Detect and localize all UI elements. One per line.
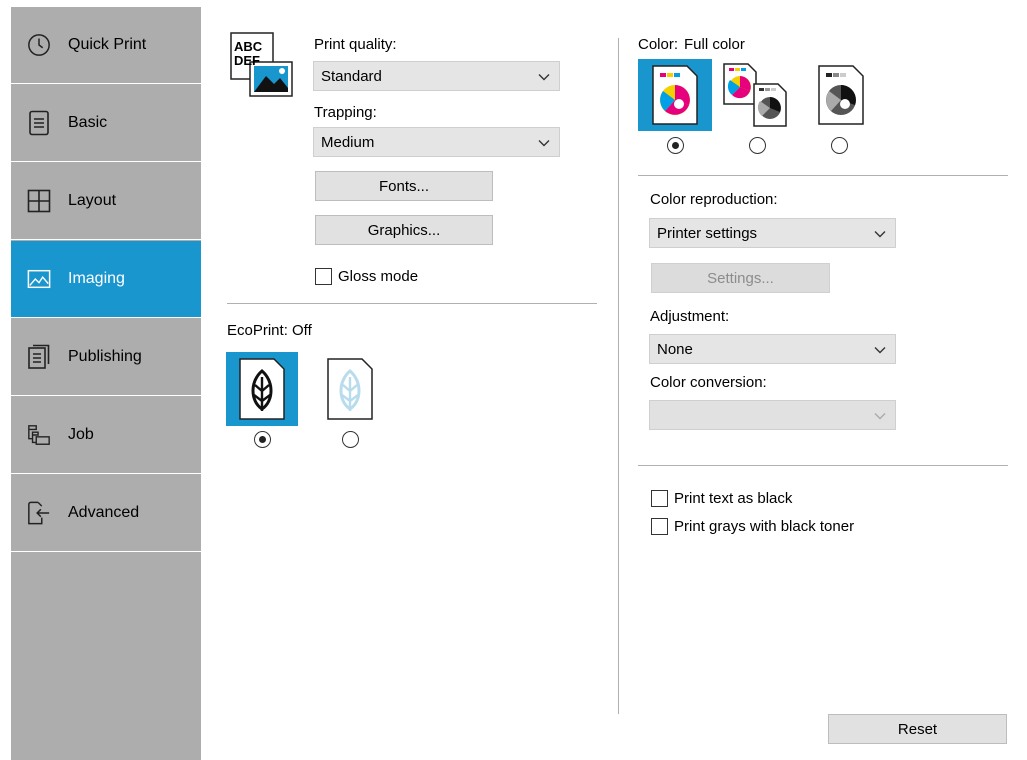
sidebar-item-label: Quick Print	[68, 36, 147, 53]
sidebar-item-publishing[interactable]: Publishing	[11, 319, 201, 396]
print-quality-label: Print quality:	[314, 36, 397, 53]
chevron-down-icon	[874, 347, 886, 354]
color-conversion-label: Color conversion:	[650, 374, 767, 391]
ecoprint-off-radio[interactable]	[254, 431, 271, 448]
sidebar-item-label: Layout	[68, 192, 117, 209]
vertical-divider	[618, 38, 619, 714]
full-color-option[interactable]	[638, 59, 712, 131]
gloss-mode-label: Gloss mode	[338, 268, 419, 285]
ecoprint-on-radio[interactable]	[342, 431, 359, 448]
icon-text-abc: ABC	[234, 39, 263, 54]
reset-button[interactable]: Reset	[828, 714, 1007, 744]
sidebar-item-label: Advanced	[68, 504, 140, 521]
ecoprint-off-option[interactable]	[226, 352, 298, 426]
chevron-down-icon	[874, 413, 886, 420]
color-reproduction-value: Printer settings	[657, 224, 758, 242]
color-conversion-select[interactable]	[649, 400, 896, 430]
graphics-button[interactable]: Graphics...	[315, 215, 493, 245]
publishing-icon	[27, 344, 51, 369]
ecoprint-value: Off	[292, 322, 312, 339]
full-color-radio[interactable]	[667, 137, 684, 154]
sidebar-item-basic[interactable]: Basic	[11, 85, 201, 162]
ecoprint-label: EcoPrint:	[227, 322, 288, 339]
sidebar-item-label: Imaging	[68, 270, 125, 287]
gloss-mode-checkbox[interactable]	[315, 268, 332, 285]
chevron-down-icon	[874, 231, 886, 238]
sidebar: Quick Print Basic Layout Imaging Publish…	[11, 7, 201, 760]
print-quality-icon: ABC DEF	[230, 32, 294, 98]
color-reproduction-select[interactable]: Printer settings	[649, 218, 896, 248]
print-grays-black-checkbox[interactable]	[651, 518, 668, 535]
adjustment-label: Adjustment:	[650, 308, 730, 325]
print-text-black-checkbox[interactable]	[651, 490, 668, 507]
adjustment-value: None	[657, 340, 693, 358]
sidebar-item-label: Publishing	[68, 348, 142, 365]
icon-text-def: DEF	[234, 53, 260, 68]
clock-icon	[27, 33, 51, 57]
sidebar-item-label: Job	[68, 426, 94, 443]
job-stack-icon	[27, 423, 51, 447]
sidebar-item-label: Basic	[68, 114, 108, 131]
print-grays-black-label: Print grays with black toner	[674, 518, 855, 535]
print-text-black-label: Print text as black	[674, 490, 793, 507]
adjustment-select[interactable]: None	[649, 334, 896, 364]
ecoprint-on-option[interactable]	[314, 352, 386, 426]
sidebar-item-layout[interactable]: Layout	[11, 163, 201, 240]
divider	[638, 465, 1008, 466]
trapping-label: Trapping:	[314, 104, 377, 121]
ecoprint-on-leaf-icon	[327, 358, 373, 420]
color-reproduction-label: Color reproduction:	[650, 191, 778, 208]
divider	[227, 303, 597, 304]
divider	[638, 175, 1008, 176]
sidebar-item-job[interactable]: Job	[11, 397, 201, 474]
black-white-option[interactable]	[804, 59, 878, 131]
color-value: Full color	[684, 36, 745, 53]
chevron-down-icon	[538, 140, 550, 147]
ecoprint-off-leaf-icon	[239, 358, 285, 420]
fonts-button[interactable]: Fonts...	[315, 171, 493, 201]
full-color-icon	[652, 65, 698, 125]
auto-color-option[interactable]	[718, 59, 792, 131]
document-icon	[27, 110, 51, 136]
sidebar-item-quick-print[interactable]: Quick Print	[11, 7, 201, 84]
imaging-settings-panel: Quick Print Basic Layout Imaging Publish…	[0, 0, 1027, 760]
image-icon	[27, 267, 51, 291]
auto-color-icon	[723, 63, 787, 127]
black-white-icon	[818, 65, 864, 125]
color-label: Color:	[638, 36, 679, 53]
print-quality-value: Standard	[321, 67, 382, 85]
color-settings-button[interactable]: Settings...	[651, 263, 830, 293]
sidebar-item-advanced[interactable]: Advanced	[11, 475, 201, 552]
layout-grid-icon	[27, 189, 51, 213]
sidebar-item-imaging[interactable]: Imaging	[11, 241, 201, 318]
trapping-value: Medium	[321, 133, 375, 151]
print-quality-select[interactable]: Standard	[313, 61, 560, 91]
black-white-radio[interactable]	[831, 137, 848, 154]
advanced-arrow-icon	[27, 501, 51, 525]
trapping-select[interactable]: Medium	[313, 127, 560, 157]
auto-color-radio[interactable]	[749, 137, 766, 154]
chevron-down-icon	[538, 74, 550, 81]
